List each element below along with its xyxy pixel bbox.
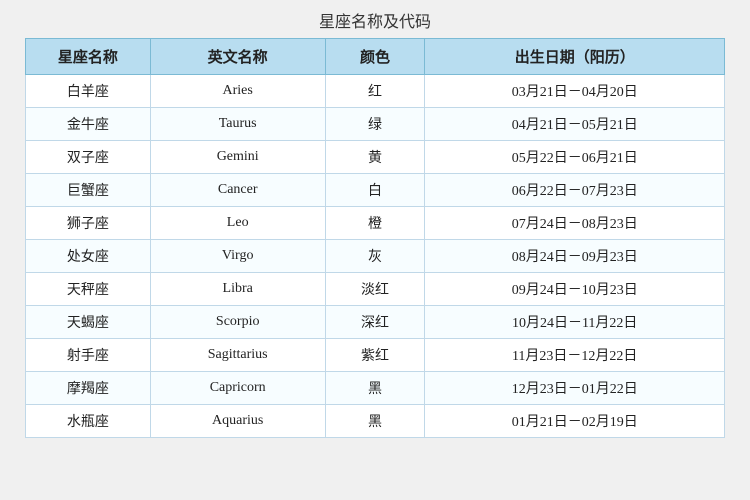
cell-date: 07月24日－08月23日 <box>425 207 725 240</box>
cell-english: Capricorn <box>150 372 325 405</box>
table-row: 处女座Virgo灰08月24日－09月23日 <box>26 240 725 273</box>
zodiac-table: 星座名称 英文名称 颜色 出生日期（阳历） 白羊座Aries红03月21日－04… <box>25 38 725 438</box>
table-header-row: 星座名称 英文名称 颜色 出生日期（阳历） <box>26 39 725 75</box>
table-row: 天秤座Libra淡红09月24日－10月23日 <box>26 273 725 306</box>
cell-chinese: 处女座 <box>26 240 151 273</box>
table-row: 水瓶座Aquarius黑01月21日－02月19日 <box>26 405 725 438</box>
cell-english: Virgo <box>150 240 325 273</box>
cell-date: 09月24日－10月23日 <box>425 273 725 306</box>
table-row: 巨蟹座Cancer白06月22日－07月23日 <box>26 174 725 207</box>
cell-color: 绿 <box>325 108 425 141</box>
cell-color: 灰 <box>325 240 425 273</box>
cell-chinese: 狮子座 <box>26 207 151 240</box>
header-english: 英文名称 <box>150 39 325 75</box>
cell-english: Leo <box>150 207 325 240</box>
cell-color: 黄 <box>325 141 425 174</box>
cell-english: Scorpio <box>150 306 325 339</box>
cell-color: 黑 <box>325 372 425 405</box>
cell-chinese: 白羊座 <box>26 75 151 108</box>
header-color: 颜色 <box>325 39 425 75</box>
cell-english: Aquarius <box>150 405 325 438</box>
cell-color: 紫红 <box>325 339 425 372</box>
table-row: 射手座Sagittarius紫红11月23日－12月22日 <box>26 339 725 372</box>
cell-chinese: 摩羯座 <box>26 372 151 405</box>
cell-chinese: 双子座 <box>26 141 151 174</box>
cell-date: 05月22日－06月21日 <box>425 141 725 174</box>
cell-color: 橙 <box>325 207 425 240</box>
cell-date: 04月21日－05月21日 <box>425 108 725 141</box>
cell-color: 深红 <box>325 306 425 339</box>
cell-english: Sagittarius <box>150 339 325 372</box>
cell-date: 06月22日－07月23日 <box>425 174 725 207</box>
cell-english: Aries <box>150 75 325 108</box>
table-row: 双子座Gemini黄05月22日－06月21日 <box>26 141 725 174</box>
cell-color: 白 <box>325 174 425 207</box>
cell-english: Cancer <box>150 174 325 207</box>
cell-date: 12月23日－01月22日 <box>425 372 725 405</box>
cell-color: 黑 <box>325 405 425 438</box>
cell-date: 03月21日－04月20日 <box>425 75 725 108</box>
header-date: 出生日期（阳历） <box>425 39 725 75</box>
cell-english: Libra <box>150 273 325 306</box>
cell-chinese: 天秤座 <box>26 273 151 306</box>
cell-chinese: 金牛座 <box>26 108 151 141</box>
cell-english: Gemini <box>150 141 325 174</box>
table-row: 狮子座Leo橙07月24日－08月23日 <box>26 207 725 240</box>
cell-date: 10月24日－11月22日 <box>425 306 725 339</box>
table-container: 星座名称 英文名称 颜色 出生日期（阳历） 白羊座Aries红03月21日－04… <box>25 38 725 438</box>
cell-date: 08月24日－09月23日 <box>425 240 725 273</box>
header-chinese: 星座名称 <box>26 39 151 75</box>
table-row: 白羊座Aries红03月21日－04月20日 <box>26 75 725 108</box>
page-title: 星座名称及代码 <box>319 0 431 38</box>
cell-chinese: 巨蟹座 <box>26 174 151 207</box>
cell-color: 淡红 <box>325 273 425 306</box>
cell-chinese: 天蝎座 <box>26 306 151 339</box>
table-row: 天蝎座Scorpio深红10月24日－11月22日 <box>26 306 725 339</box>
cell-date: 01月21日－02月19日 <box>425 405 725 438</box>
table-row: 摩羯座Capricorn黑12月23日－01月22日 <box>26 372 725 405</box>
cell-date: 11月23日－12月22日 <box>425 339 725 372</box>
cell-color: 红 <box>325 75 425 108</box>
cell-chinese: 水瓶座 <box>26 405 151 438</box>
cell-english: Taurus <box>150 108 325 141</box>
cell-chinese: 射手座 <box>26 339 151 372</box>
table-row: 金牛座Taurus绿04月21日－05月21日 <box>26 108 725 141</box>
